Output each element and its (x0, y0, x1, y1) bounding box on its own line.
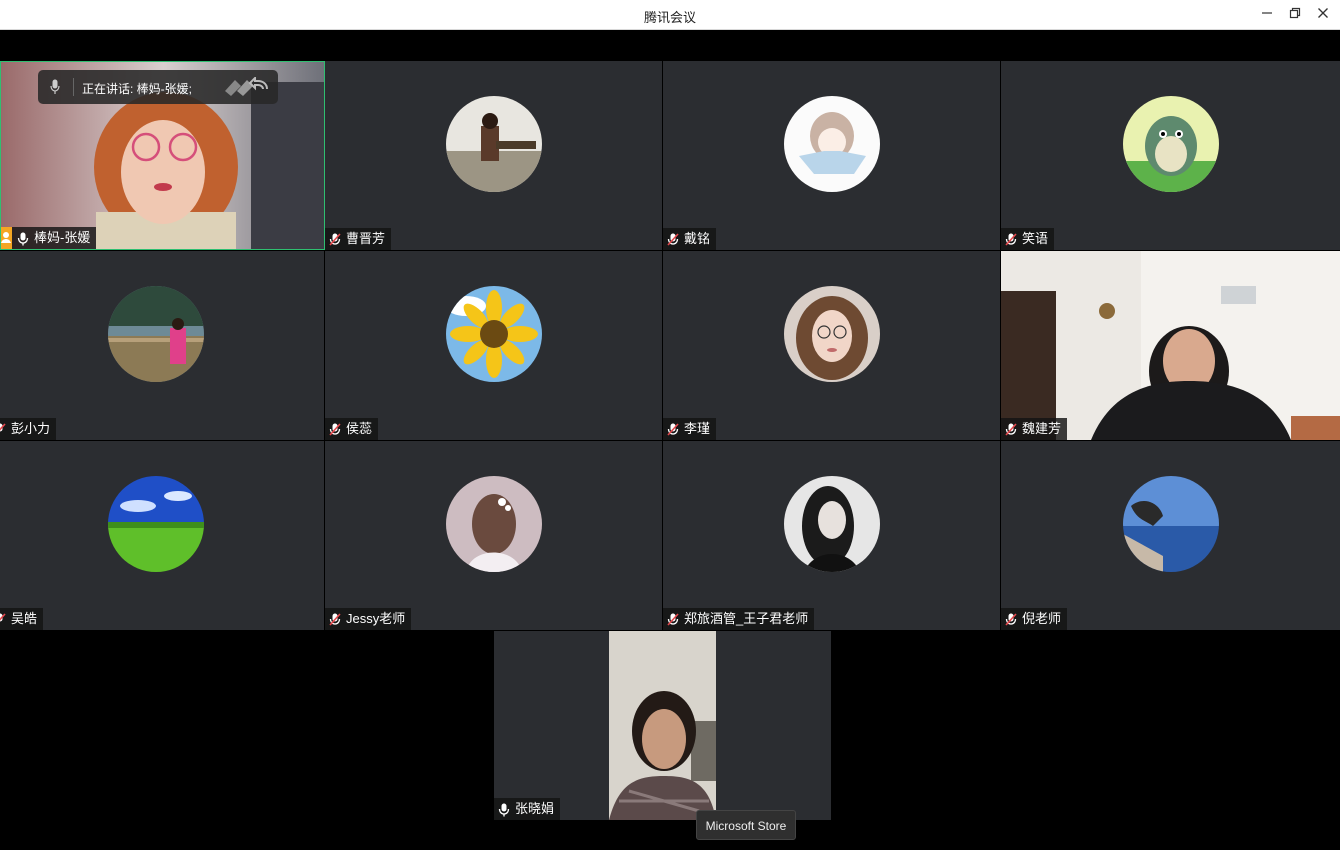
participant-name: 魏建芳 (1022, 421, 1062, 436)
mic-muted-icon (667, 232, 679, 246)
mic-muted-icon (1005, 422, 1017, 436)
mic-on-icon (17, 231, 29, 246)
speaking-indicator: 正在讲话: 棒妈-张媛; (38, 70, 278, 104)
avatar (108, 476, 204, 572)
avatar (445, 476, 542, 572)
participant-tile[interactable]: 曹晋芳 (325, 61, 662, 250)
avatar (783, 286, 880, 382)
participant-video (1001, 251, 1340, 440)
mic-icon (50, 79, 60, 98)
avatar (783, 476, 880, 572)
mic-muted-icon (329, 232, 341, 246)
participant-nametag: 张晓娟 (494, 798, 561, 820)
avatar (108, 286, 204, 382)
participant-nametag: 郑旅酒管_王子君老师 (663, 608, 815, 630)
participant-tile[interactable]: 笑语 (1001, 61, 1340, 250)
minimize-icon[interactable] (1258, 6, 1276, 24)
window-title: 腾讯会议 (643, 10, 696, 25)
participant-nametag: Jessy老师 (325, 608, 412, 630)
participant-nametag: 棒妈-张媛 (1, 227, 97, 249)
mic-muted-icon (329, 422, 341, 436)
avatar (1122, 476, 1219, 572)
participant-tile-active-speaker[interactable]: 正在讲话: 棒妈-张媛; 棒妈-张媛 (0, 61, 325, 250)
participant-video (609, 631, 716, 820)
participant-name: 倪老师 (1022, 611, 1062, 626)
window-titlebar: 腾讯会议 (0, 0, 1340, 30)
participant-name: 戴铭 (684, 231, 711, 246)
avatar (445, 96, 542, 192)
speaking-label: 正在讲话: 棒妈-张媛; (82, 82, 192, 96)
avatar (445, 286, 542, 382)
participant-tile[interactable]: 魏建芳 (1001, 251, 1340, 440)
participant-tile[interactable]: 侯蕊 (325, 251, 662, 440)
mic-muted-icon (667, 422, 679, 436)
mic-muted-icon (0, 612, 6, 626)
participant-name: Jessy老师 (346, 611, 406, 626)
participant-tile[interactable]: 彭小力 (0, 251, 324, 440)
participant-tile[interactable]: 郑旅酒管_王子君老师 (663, 441, 1000, 630)
close-icon[interactable] (1314, 6, 1332, 24)
participant-name: 棒妈-张媛 (34, 230, 91, 245)
participant-name: 李瑾 (684, 421, 711, 436)
participant-tile[interactable]: 倪老师 (1001, 441, 1340, 630)
participant-name: 笑语 (1022, 231, 1049, 246)
taskbar-tooltip: Microsoft Store (696, 810, 796, 840)
mic-muted-icon (329, 612, 341, 626)
participant-tile[interactable]: 李瑾 (663, 251, 1000, 440)
participant-tile[interactable]: 吴皓 (0, 441, 324, 630)
participant-tile[interactable]: 戴铭 (663, 61, 1000, 250)
avatar (1122, 96, 1219, 192)
participant-name: 曹晋芳 (346, 231, 386, 246)
avatar (783, 96, 880, 192)
participant-nametag: 吴皓 (0, 608, 44, 630)
mic-muted-icon (1005, 612, 1017, 626)
pin-icon[interactable] (223, 75, 271, 100)
video-grid: 正在讲话: 棒妈-张媛; 棒妈-张媛 曹晋芳 戴铭 笑语 彭小力 侯蕊 李瑾 魏… (0, 30, 1340, 850)
mic-muted-icon (667, 612, 679, 626)
participant-name: 张晓娟 (515, 801, 555, 816)
participant-name: 侯蕊 (346, 421, 373, 436)
participant-nametag: 曹晋芳 (325, 228, 392, 250)
participant-tile[interactable]: 张晓娟 (494, 631, 831, 820)
mic-muted-icon (0, 422, 6, 436)
participant-nametag: 侯蕊 (325, 418, 379, 440)
participant-nametag: 彭小力 (0, 418, 57, 440)
participant-nametag: 李瑾 (663, 418, 717, 440)
mic-muted-icon (1005, 232, 1017, 246)
participant-nametag: 倪老师 (1001, 608, 1068, 630)
host-icon (1, 227, 12, 249)
participant-tile[interactable]: Jessy老师 (325, 441, 662, 630)
participant-nametag: 戴铭 (663, 228, 717, 250)
mic-on-icon (498, 802, 510, 817)
participant-name: 吴皓 (11, 611, 38, 626)
participant-name: 郑旅酒管_王子君老师 (684, 611, 809, 626)
restore-icon[interactable] (1286, 6, 1304, 24)
participant-nametag: 笑语 (1001, 228, 1055, 250)
participant-name: 彭小力 (11, 421, 51, 436)
participant-nametag: 魏建芳 (1001, 418, 1068, 440)
